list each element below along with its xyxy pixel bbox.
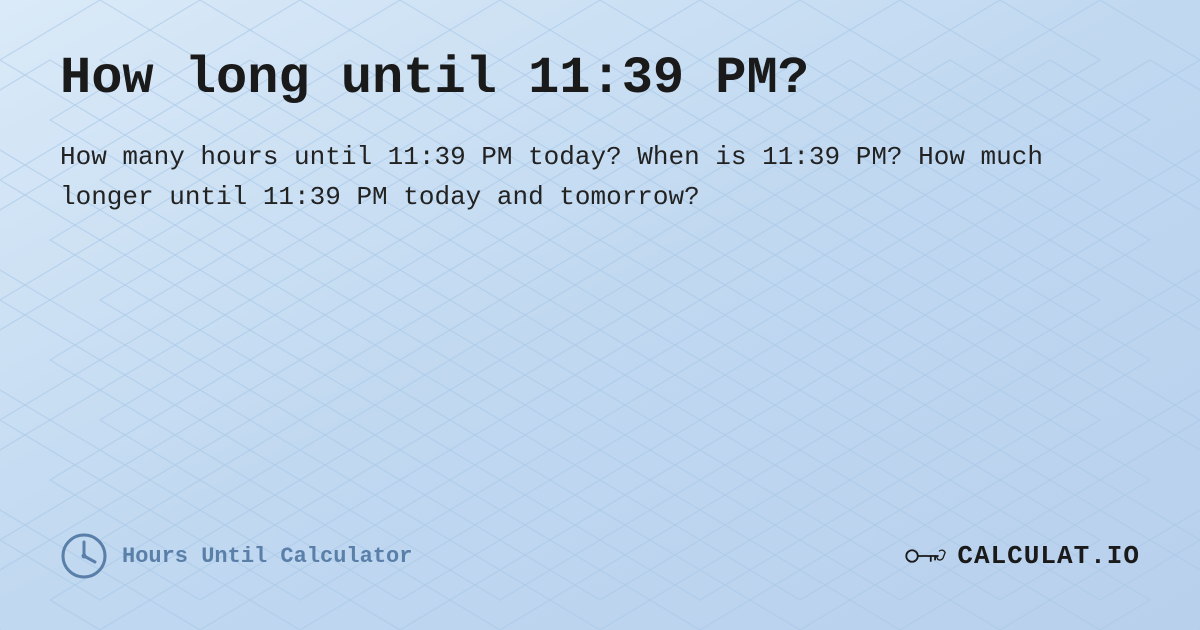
clock-icon <box>60 532 108 580</box>
footer-right-brand: CALCULAT.IO <box>903 538 1140 574</box>
page-title: How long until 11:39 PM? <box>60 50 1140 107</box>
footer-right-label: CALCULAT.IO <box>957 541 1140 571</box>
footer-left-label: Hours Until Calculator <box>122 544 412 569</box>
calculator-icon <box>903 538 947 574</box>
footer: Hours Until Calculator CALCULAT.IO <box>60 532 1140 590</box>
footer-left-brand: Hours Until Calculator <box>60 532 412 580</box>
page-description: How many hours until 11:39 PM today? Whe… <box>60 137 1110 218</box>
